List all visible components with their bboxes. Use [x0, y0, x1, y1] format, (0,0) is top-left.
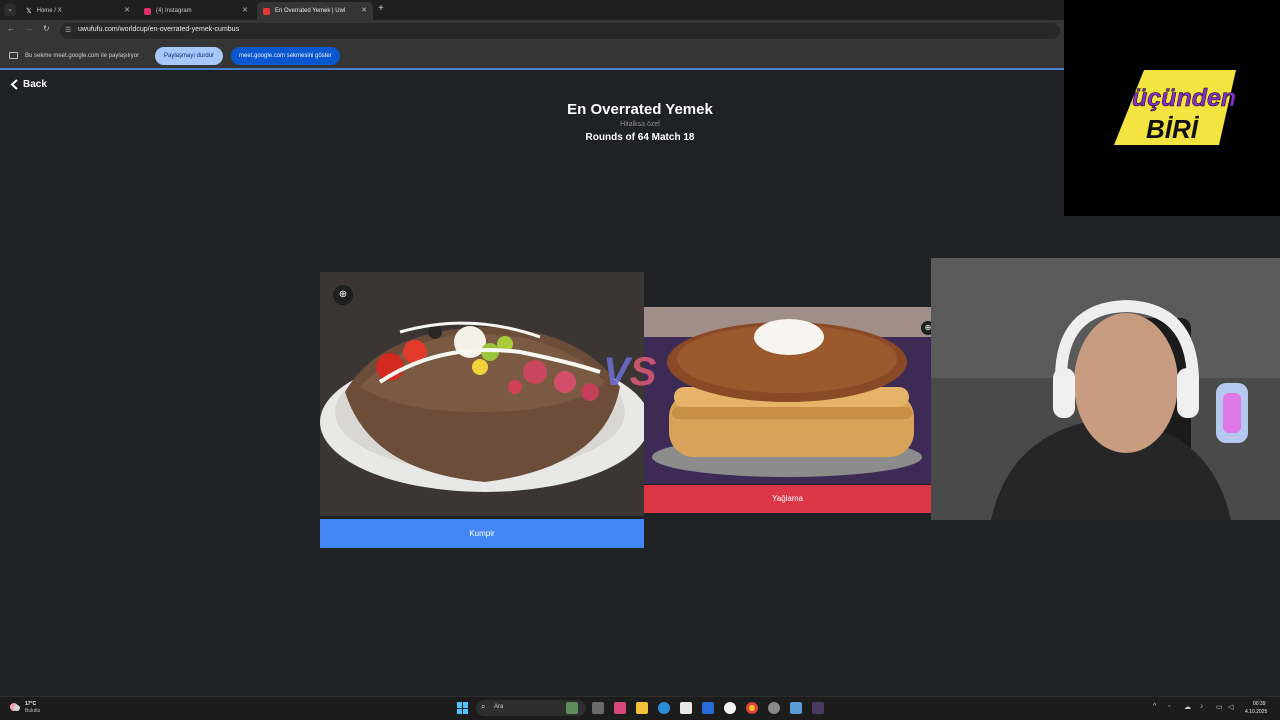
onedrive-cloud-icon[interactable]: ☁ — [1184, 703, 1191, 711]
streamer-video — [931, 258, 1280, 520]
tab-instagram[interactable]: (4) Instagram ✕ — [138, 2, 254, 20]
app-icon[interactable] — [790, 702, 802, 714]
search-icon: ⌕ — [481, 702, 486, 711]
zoom-in-icon[interactable]: ⊕ — [333, 285, 353, 305]
new-tab-icon[interactable]: + — [378, 3, 384, 14]
weather-cloud-icon[interactable] — [9, 700, 21, 712]
back-arrow-icon[interactable]: ← — [7, 24, 15, 33]
settings-icon[interactable] — [768, 702, 780, 714]
stream-logo-overlay: üçünden BİRİ — [1064, 0, 1280, 216]
instagram-icon — [144, 7, 151, 15]
chevron-left-icon — [10, 79, 18, 90]
tab-x[interactable]: 𝕏 Home / X ✕ — [20, 2, 136, 20]
url-text[interactable]: uwufufu.com/worldcup/en-overrated-yemek-… — [78, 26, 239, 33]
screen-share-icon — [9, 52, 18, 59]
x-logo-icon: 𝕏 — [26, 8, 32, 15]
svg-text:üçünden: üçünden — [1132, 84, 1236, 112]
chrome-icon[interactable] — [746, 702, 758, 714]
windows-start-icon[interactable] — [457, 702, 469, 714]
tab-label: (4) Instagram — [156, 8, 192, 14]
app-icon[interactable] — [702, 702, 714, 714]
share-status-text: Bu sekme meet.google.com ile paylaşılıyo… — [25, 53, 140, 59]
choose-yaglama-button[interactable]: Yağlama — [644, 485, 931, 513]
tray-icon[interactable]: ◦ — [1168, 703, 1170, 710]
choose-kumpir-button[interactable]: Kumpir — [320, 519, 644, 548]
yaglama-photo — [644, 307, 931, 484]
chevron-up-icon[interactable]: ^ — [1153, 703, 1156, 710]
edge-browser-icon[interactable] — [658, 702, 670, 714]
tab-uwufufu[interactable]: En Overrated Yemek | Uwl ✕ — [257, 2, 373, 20]
reload-icon[interactable]: ↻ — [43, 24, 50, 33]
search-label: Ara — [494, 704, 504, 710]
close-icon[interactable]: ✕ — [361, 6, 367, 14]
kumpir-image[interactable] — [320, 272, 644, 516]
search-highlight-icon[interactable] — [566, 702, 578, 714]
store-icon[interactable] — [680, 702, 692, 714]
yandex-icon[interactable] — [724, 702, 736, 714]
uwufufu-icon — [263, 7, 270, 15]
task-view-icon[interactable] — [592, 702, 604, 714]
kumpir-photo — [320, 272, 644, 516]
close-icon[interactable]: ✕ — [242, 6, 248, 14]
back-button[interactable]: Back — [10, 79, 47, 90]
svg-text:BİRİ: BİRİ — [1146, 114, 1200, 144]
weather-temperature[interactable]: 17°C — [25, 701, 36, 707]
weather-description[interactable]: Bulutlu — [25, 708, 40, 714]
close-icon[interactable]: ✕ — [124, 6, 130, 14]
webcam-overlay — [931, 258, 1280, 520]
site-info-icon[interactable]: ☰ — [65, 26, 71, 34]
tab-label: En Overrated Yemek | Uwl — [275, 8, 346, 14]
vs-label: VS — [603, 350, 657, 394]
ucunden-biri-logo: üçünden BİRİ — [1114, 70, 1236, 145]
forward-arrow-icon[interactable]: → — [25, 24, 33, 33]
tab-label: Home / X — [36, 8, 62, 14]
tab-search-icon[interactable]: ⌄ — [4, 4, 16, 16]
clock-time[interactable]: 00:39 — [1253, 701, 1266, 707]
back-label: Back — [23, 79, 47, 90]
network-icon[interactable]: ▭ — [1216, 703, 1223, 711]
stop-sharing-button[interactable]: Paylaşmayı durdur — [155, 47, 224, 65]
yaglama-image[interactable] — [644, 307, 931, 484]
app-icon[interactable] — [812, 702, 824, 714]
volume-icon[interactable]: ◁ — [1228, 703, 1233, 711]
copilot-icon[interactable] — [614, 702, 626, 714]
microphone-icon[interactable]: ♪ — [1200, 703, 1204, 710]
show-meet-tab-button[interactable]: meet.google.com sekmesini göster — [231, 47, 340, 65]
file-explorer-icon[interactable] — [636, 702, 648, 714]
clock-date[interactable]: 4.10.2025 — [1245, 709, 1267, 715]
